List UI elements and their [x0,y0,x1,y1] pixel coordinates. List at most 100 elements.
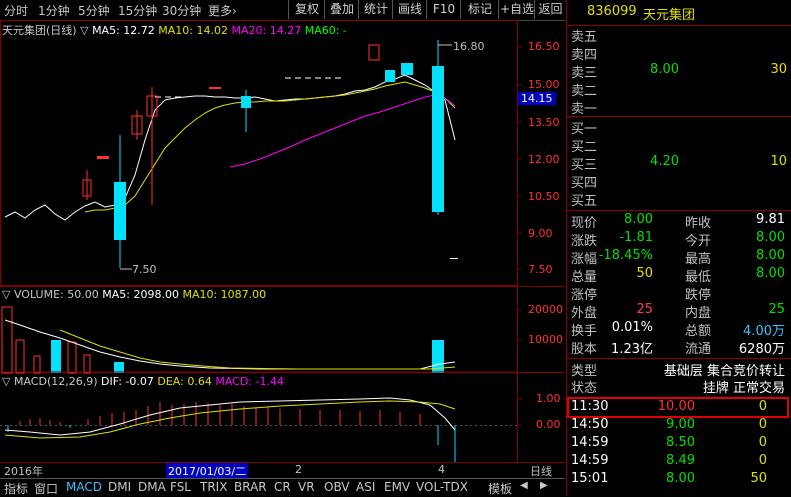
period-label[interactable]: 日线 [530,463,552,479]
ask3-price: 8.00 [650,62,679,77]
quote-label-outer: 外盘 [571,306,598,321]
candle-down [432,66,444,212]
button-stats[interactable]: 统计 [358,0,393,19]
dif-line [4,397,456,436]
chevron-down-icon[interactable]: ▽ [2,288,14,301]
tab-vr[interactable]: VR [298,480,315,494]
macd-label: MACD(12,26,9) [13,375,98,388]
ma10-line [84,81,456,213]
ma60-label: MA60: - [304,24,347,37]
candle-up [209,87,221,89]
quote-value-inner: 25 [768,302,785,317]
tab-dmi[interactable]: DMI [108,480,131,494]
vol-ma5-line [4,319,456,370]
trade-vol: 0 [758,417,767,432]
scroll-left-icon[interactable]: ◀ [520,480,528,491]
candles [82,40,458,268]
bid4-label: 买四 [571,176,598,191]
scroll-right-icon[interactable]: ▶ [540,480,548,491]
tab-emv[interactable]: EMV [384,480,410,494]
bid2-label: 买二 [571,140,598,155]
tab-more[interactable]: 更多› [208,2,237,19]
main-legend: 天元集团(日线) ▽ MA5: 12.72 MA10: 14.02 MA20: … [2,22,347,38]
stock-header: 836099 天元集团 [567,0,791,26]
quote-label-prevclose: 昨收 [685,216,712,231]
tab-15min[interactable]: 15分钟 [118,2,157,19]
button-overlay[interactable]: 叠加 [324,0,359,19]
tab-fsl[interactable]: FSL [170,480,191,494]
quote-label-change: 涨跌 [571,234,598,249]
trade-ticks: 11:30 10.00 0 14:50 9.00 0 14:59 8.50 0 14:59 8… [567,399,791,495]
bid1-label: 买一 [571,122,598,137]
tab-indicator[interactable]: 指标 [4,480,28,497]
quote-label-limitup: 涨停 [571,288,598,303]
quote-label-float: 流通 [685,342,712,357]
candle-down [401,63,413,75]
stock-info: 类型 基础层 集合竞价转让 状态 挂牌 正常交易 [567,360,791,396]
button-f10[interactable]: F10 [426,0,461,19]
bid3-price: 4.20 [650,154,679,169]
candle-down [114,182,126,240]
tab-cr[interactable]: CR [274,480,291,494]
quote-value-outer: 25 [636,302,653,317]
ask-book: 卖五 卖四 卖三 8.00 30 卖二 卖一 [567,26,791,117]
macd-value-label: MACD: -1.44 [215,375,284,388]
button-add-watchlist[interactable]: +自选 [498,0,535,19]
quote-label-amount: 总额 [685,324,712,339]
candle-up [97,156,109,159]
trade-time: 14:50 [571,417,609,432]
kline-chart-area[interactable]: 天元集团(日线) ▽ MA5: 12.72 MA10: 14.02 MA20: … [0,20,565,465]
info-label-status: 状态 [571,381,598,396]
tab-5min[interactable]: 5分钟 [78,2,110,19]
button-draw[interactable]: 画线 [392,0,427,19]
button-back[interactable]: 返回 [534,0,566,19]
vol-ma5-label: MA5: 2098.00 [102,288,179,301]
trade-price: 8.00 [666,471,695,486]
high-marker: 16.80 [453,40,485,53]
tab-template[interactable]: 模板 [488,480,512,497]
button-fuquan[interactable]: 复权 [288,0,325,19]
bid3-label: 买三 [571,158,598,173]
candle-doji [450,258,458,259]
quote-value-change: -1.81 [619,230,653,245]
button-mark[interactable]: 标记 [460,0,499,19]
tab-brar[interactable]: BRAR [234,480,267,494]
price-axis-1350: 13.50 [528,116,560,129]
tab-vol-tdx[interactable]: VOL-TDX [416,480,468,494]
chevron-down-icon[interactable]: ▽ [2,375,14,388]
tab-window[interactable]: 窗口 [34,480,58,497]
tab-asi[interactable]: ASI [356,480,375,494]
price-axis-1500: 15.00 [528,78,560,91]
trade-vol: 0 [758,399,767,414]
quote-label-inner: 内盘 [685,306,712,321]
vol-axis-20000: 20000 [528,303,563,316]
quote-label-pct: 涨幅 [571,252,598,267]
tab-macd[interactable]: MACD [66,480,102,494]
quote-label-high: 最高 [685,252,712,267]
bid3-vol: 10 [770,154,787,169]
quote-value-amount: 4.00万 [743,324,785,339]
indicator-tabs: 指标 窗口 MACD DMI DMA FSL TRIX BRAR CR VR O… [0,478,565,496]
stock-name: 天元集团 [643,8,696,23]
kline-svg [0,20,565,465]
vol-ma10-label: MA10: 1087.00 [182,288,267,301]
quote-value-prevclose: 9.81 [756,212,785,227]
tab-obv[interactable]: OBV [324,480,350,494]
tab-1min[interactable]: 1分钟 [38,2,70,19]
ma5-label: MA5: 12.72 [92,24,155,37]
tab-trix[interactable]: TRIX [200,480,227,494]
quote-value-pct: -18.45% [598,248,653,263]
ask5-label: 卖五 [571,30,598,45]
quote-value-price: 8.00 [624,212,653,227]
price-axis-1050: 10.50 [528,190,560,203]
chevron-down-icon[interactable]: ▽ [80,24,92,37]
volume-legend: ▽ VOLUME: 50.00 MA5: 2098.00 MA10: 1087.… [2,288,266,301]
tab-dma[interactable]: DMA [138,480,166,494]
bid-book: 买一 买二 买三 4.20 10 买四 买五 [567,118,791,211]
trade-price: 9.00 [666,417,695,432]
volume-bars [1,306,444,374]
quote-label-turnover: 换手 [571,324,598,339]
tab-30min[interactable]: 30分钟 [162,2,201,19]
volume-label: VOLUME: 50.00 [13,288,99,301]
tab-timeshare[interactable]: 分时 [4,2,28,19]
